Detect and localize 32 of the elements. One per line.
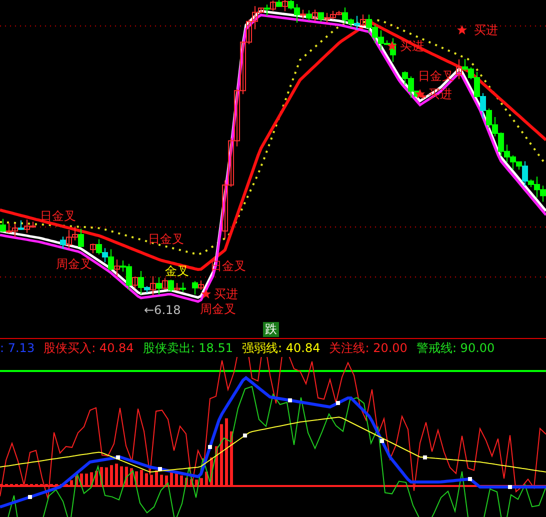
signal-marker	[243, 434, 247, 438]
indicator-value: 警戒线: 90.00	[416, 340, 495, 356]
signal-marker	[288, 398, 292, 402]
signal-marker	[28, 495, 32, 499]
indicator-value: : 7.13	[0, 341, 35, 355]
signal-label: 买进	[214, 287, 238, 301]
signal-label: 买进	[428, 87, 452, 101]
star-icon	[201, 289, 211, 298]
signal-label: 日金叉	[40, 209, 76, 223]
signal-badge: 跌	[263, 322, 279, 336]
signal-marker	[208, 445, 212, 449]
signal-label: 周金叉	[56, 257, 92, 271]
signal-label: 日金叉	[148, 232, 184, 246]
low-price-marker: ←6.18	[144, 303, 181, 317]
indicator-value: 股侠买入: 40.84	[44, 340, 134, 356]
signal-marker	[158, 467, 162, 471]
signal-marker	[380, 439, 384, 443]
star-icon	[387, 41, 397, 50]
signal-label: 周金叉	[200, 302, 236, 316]
signal-marker	[336, 401, 340, 405]
signal-label: 买进	[400, 39, 424, 53]
indicator-value: 强弱线: 40.84	[242, 340, 320, 356]
signal-marker	[508, 485, 512, 489]
signal-marker	[468, 477, 472, 481]
signal-label: 金叉	[165, 264, 189, 278]
signal-marker	[423, 455, 427, 460]
indicator-value: 关注线: 20.00	[329, 340, 408, 356]
star-icon	[415, 89, 425, 98]
signal-label: 买进	[474, 23, 498, 37]
indicator-value: 股侠卖出: 18.51	[142, 340, 234, 356]
star-icon	[457, 25, 467, 34]
signal-marker	[116, 455, 120, 460]
